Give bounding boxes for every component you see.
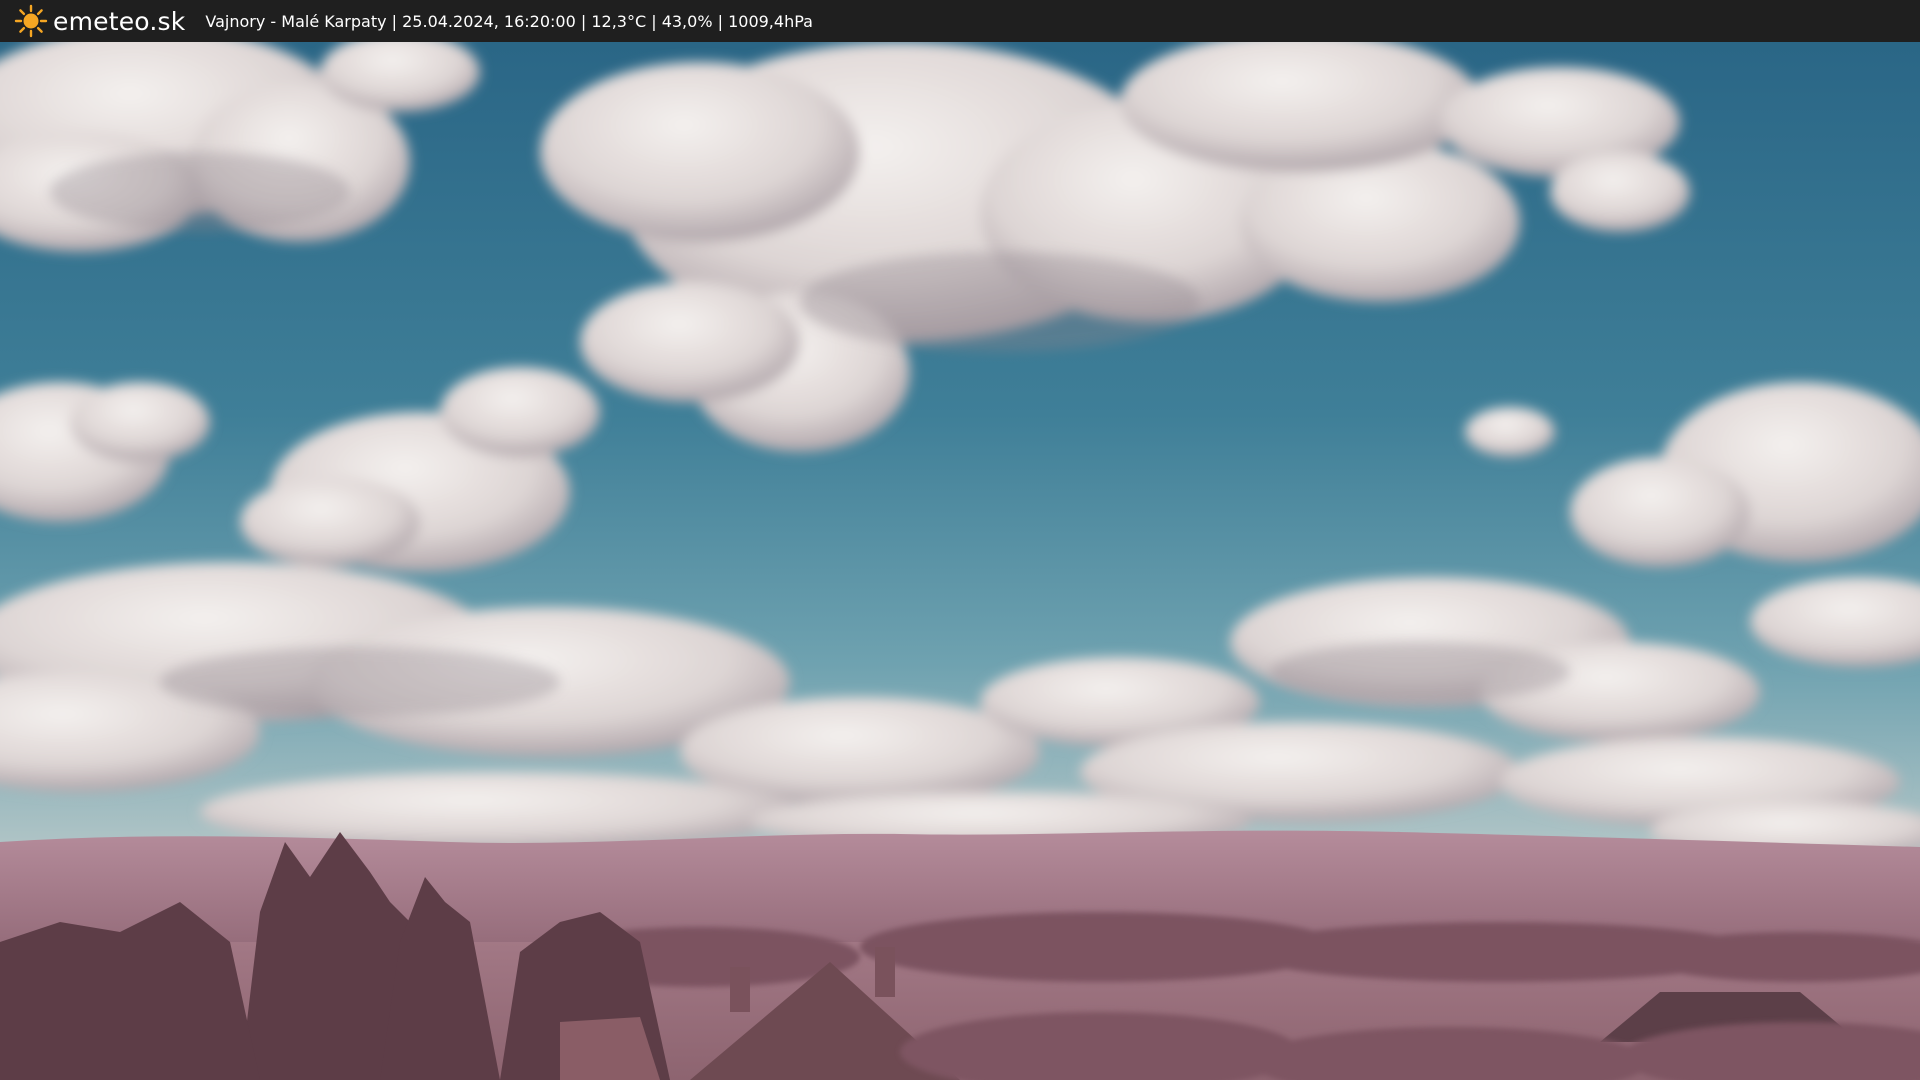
station-caption: Vajnory - Malé Karpaty | 25.04.2024, 16:… <box>205 11 813 31</box>
brand-logo[interactable]: emeteo.sk <box>14 0 185 42</box>
landscape-scene <box>0 42 1920 1080</box>
top-bar: emeteo.sk Vajnory - Malé Karpaty | 25.04… <box>0 0 1920 42</box>
webcam-frame: emeteo.sk Vajnory - Malé Karpaty | 25.04… <box>0 0 1920 1080</box>
brand-name: emeteo.sk <box>53 6 186 36</box>
sun-icon <box>14 4 48 38</box>
webcam-image <box>0 42 1920 1080</box>
